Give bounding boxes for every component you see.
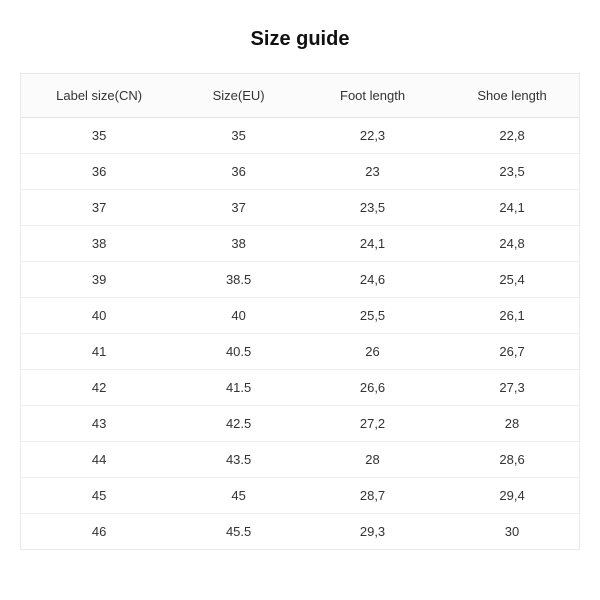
cell-foot-length: 27,2: [300, 406, 445, 442]
table-row: 35 35 22,3 22,8: [21, 118, 579, 154]
table-row: 46 45.5 29,3 30: [21, 514, 579, 550]
cell-shoe-length: 26,1: [445, 298, 579, 334]
cell-label-size-cn: 36: [21, 154, 177, 190]
cell-foot-length: 29,3: [300, 514, 445, 550]
cell-size-eu: 38.5: [177, 262, 300, 298]
cell-foot-length: 26: [300, 334, 445, 370]
col-header-shoe-length: Shoe length: [445, 74, 579, 118]
cell-size-eu: 40.5: [177, 334, 300, 370]
cell-label-size-cn: 46: [21, 514, 177, 550]
cell-label-size-cn: 35: [21, 118, 177, 154]
cell-label-size-cn: 38: [21, 226, 177, 262]
col-header-label-size-cn: Label size(CN): [21, 74, 177, 118]
cell-foot-length: 28,7: [300, 478, 445, 514]
cell-shoe-length: 24,1: [445, 190, 579, 226]
table-row: 40 40 25,5 26,1: [21, 298, 579, 334]
col-header-size-eu: Size(EU): [177, 74, 300, 118]
cell-shoe-length: 26,7: [445, 334, 579, 370]
cell-shoe-length: 28: [445, 406, 579, 442]
cell-size-eu: 45: [177, 478, 300, 514]
cell-label-size-cn: 43: [21, 406, 177, 442]
cell-shoe-length: 25,4: [445, 262, 579, 298]
table-row: 44 43.5 28 28,6: [21, 442, 579, 478]
cell-size-eu: 43.5: [177, 442, 300, 478]
cell-foot-length: 26,6: [300, 370, 445, 406]
size-table-container: Label size(CN) Size(EU) Foot length Shoe…: [20, 73, 580, 550]
cell-shoe-length: 24,8: [445, 226, 579, 262]
cell-label-size-cn: 39: [21, 262, 177, 298]
cell-label-size-cn: 40: [21, 298, 177, 334]
size-table: Label size(CN) Size(EU) Foot length Shoe…: [21, 74, 579, 549]
col-header-foot-length: Foot length: [300, 74, 445, 118]
cell-foot-length: 22,3: [300, 118, 445, 154]
cell-size-eu: 37: [177, 190, 300, 226]
cell-size-eu: 38: [177, 226, 300, 262]
cell-label-size-cn: 37: [21, 190, 177, 226]
cell-size-eu: 42.5: [177, 406, 300, 442]
table-row: 39 38.5 24,6 25,4: [21, 262, 579, 298]
page-title: Size guide: [251, 28, 350, 51]
table-row: 41 40.5 26 26,7: [21, 334, 579, 370]
table-row: 38 38 24,1 24,8: [21, 226, 579, 262]
cell-shoe-length: 28,6: [445, 442, 579, 478]
cell-foot-length: 23: [300, 154, 445, 190]
table-row: 42 41.5 26,6 27,3: [21, 370, 579, 406]
cell-shoe-length: 23,5: [445, 154, 579, 190]
table-row: 37 37 23,5 24,1: [21, 190, 579, 226]
cell-size-eu: 36: [177, 154, 300, 190]
cell-label-size-cn: 42: [21, 370, 177, 406]
cell-shoe-length: 29,4: [445, 478, 579, 514]
cell-shoe-length: 30: [445, 514, 579, 550]
table-row: 36 36 23 23,5: [21, 154, 579, 190]
cell-label-size-cn: 44: [21, 442, 177, 478]
cell-size-eu: 40: [177, 298, 300, 334]
table-header-row: Label size(CN) Size(EU) Foot length Shoe…: [21, 74, 579, 118]
cell-size-eu: 45.5: [177, 514, 300, 550]
page: Size guide Label size(CN) Size(EU) Foot …: [0, 0, 600, 600]
cell-foot-length: 24,1: [300, 226, 445, 262]
cell-label-size-cn: 45: [21, 478, 177, 514]
cell-size-eu: 35: [177, 118, 300, 154]
cell-foot-length: 24,6: [300, 262, 445, 298]
cell-foot-length: 28: [300, 442, 445, 478]
table-row: 45 45 28,7 29,4: [21, 478, 579, 514]
cell-foot-length: 25,5: [300, 298, 445, 334]
cell-shoe-length: 22,8: [445, 118, 579, 154]
table-row: 43 42.5 27,2 28: [21, 406, 579, 442]
cell-size-eu: 41.5: [177, 370, 300, 406]
cell-label-size-cn: 41: [21, 334, 177, 370]
cell-shoe-length: 27,3: [445, 370, 579, 406]
cell-foot-length: 23,5: [300, 190, 445, 226]
